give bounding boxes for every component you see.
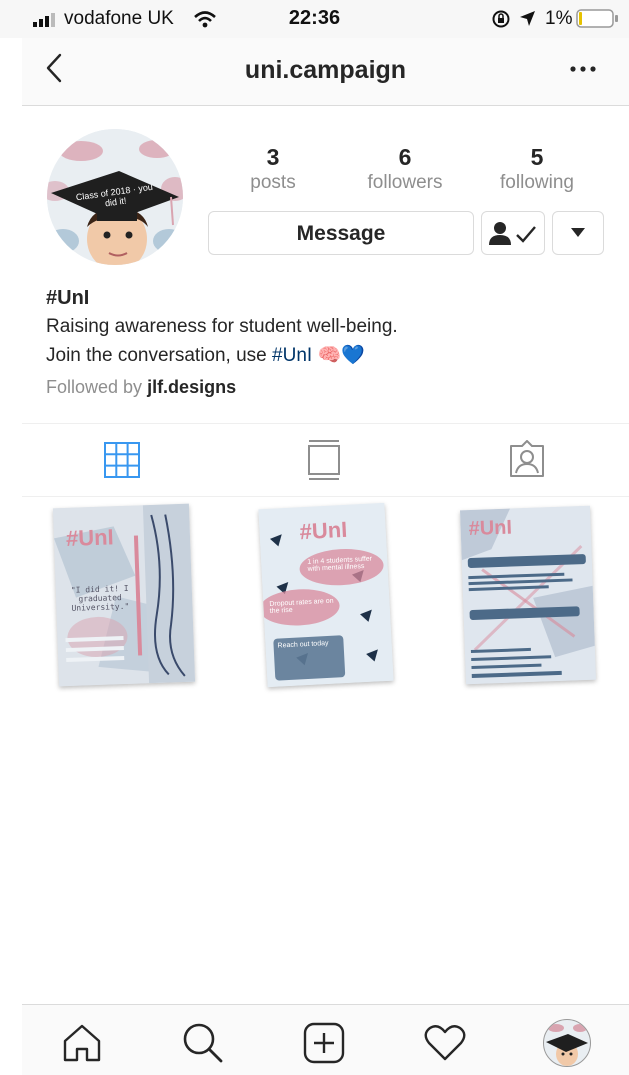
bio-emoji: 🧠💙 <box>317 345 365 366</box>
post-thumbnail-1[interactable]: #UnI "I did it! I graduated University." <box>52 503 196 687</box>
location-arrow-icon <box>520 11 535 26</box>
profile-tab-bar <box>22 423 629 497</box>
following-label[interactable]: following <box>472 172 602 194</box>
status-bar: vodafone UK 22:36 1% <box>0 0 629 38</box>
bottom-tab-bar <box>22 1004 629 1075</box>
battery-icon <box>576 9 618 28</box>
post-3-title: #UnI <box>468 516 513 541</box>
more-options-icon[interactable] <box>570 65 596 73</box>
following-count[interactable]: 5 <box>472 144 602 171</box>
new-post-icon[interactable] <box>303 1022 345 1064</box>
post-thumbnail-3[interactable]: #UnI <box>460 505 596 685</box>
post-thumbnail-2[interactable]: #UnI 1 in 4 students suffer with mental … <box>258 502 394 688</box>
posts-label: posts <box>250 172 296 193</box>
suggested-accounts-button[interactable] <box>552 211 604 255</box>
activity-heart-icon[interactable] <box>424 1024 466 1062</box>
followed-by[interactable]: Followed by jlf.designs <box>46 377 236 398</box>
post-1-quote: "I did it! I graduated University." <box>70 583 130 613</box>
followed-by-prefix: Followed by <box>46 377 148 397</box>
message-button-label: Message <box>296 222 386 245</box>
followers-count[interactable]: 6 <box>340 144 470 171</box>
rotation-lock-icon <box>492 10 510 28</box>
bio-line-1: Raising awareness for student well-being… <box>46 316 398 337</box>
battery-percentage: 1% <box>545 8 573 29</box>
profile-display-name: #UnI <box>46 287 90 309</box>
caret-down-icon <box>571 228 585 237</box>
profile-username-title: uni.campaign <box>244 56 407 84</box>
following-status-button[interactable] <box>481 211 545 255</box>
message-button[interactable]: Message <box>208 211 474 255</box>
post-1-title: #UnI <box>65 524 115 551</box>
home-icon[interactable] <box>62 1023 102 1063</box>
profile-tab-avatar[interactable] <box>543 1019 591 1067</box>
followers-label[interactable]: followers <box>340 172 470 194</box>
avatar-mini-icon <box>546 1024 588 1066</box>
bio-line-2: Join the conversation, use #UnI 🧠💙 <box>46 343 365 367</box>
followed-by-username[interactable]: jlf.designs <box>147 377 236 397</box>
bio-line-2-text: Join the conversation, use <box>46 345 273 366</box>
post-2-title: #UnI <box>299 516 348 545</box>
feed-view-icon[interactable] <box>308 440 340 480</box>
profile-avatar[interactable]: Class of 2018 · you did it! <box>47 129 183 265</box>
nav-bar: uni.campaign <box>22 38 629 106</box>
search-icon[interactable] <box>182 1022 224 1064</box>
grid-view-icon[interactable] <box>104 442 140 478</box>
posts-count: 3 <box>266 144 280 170</box>
bio-hashtag-link[interactable]: #UnI <box>272 345 312 366</box>
tagged-photos-icon[interactable] <box>508 440 546 478</box>
person-check-icon <box>489 222 536 245</box>
